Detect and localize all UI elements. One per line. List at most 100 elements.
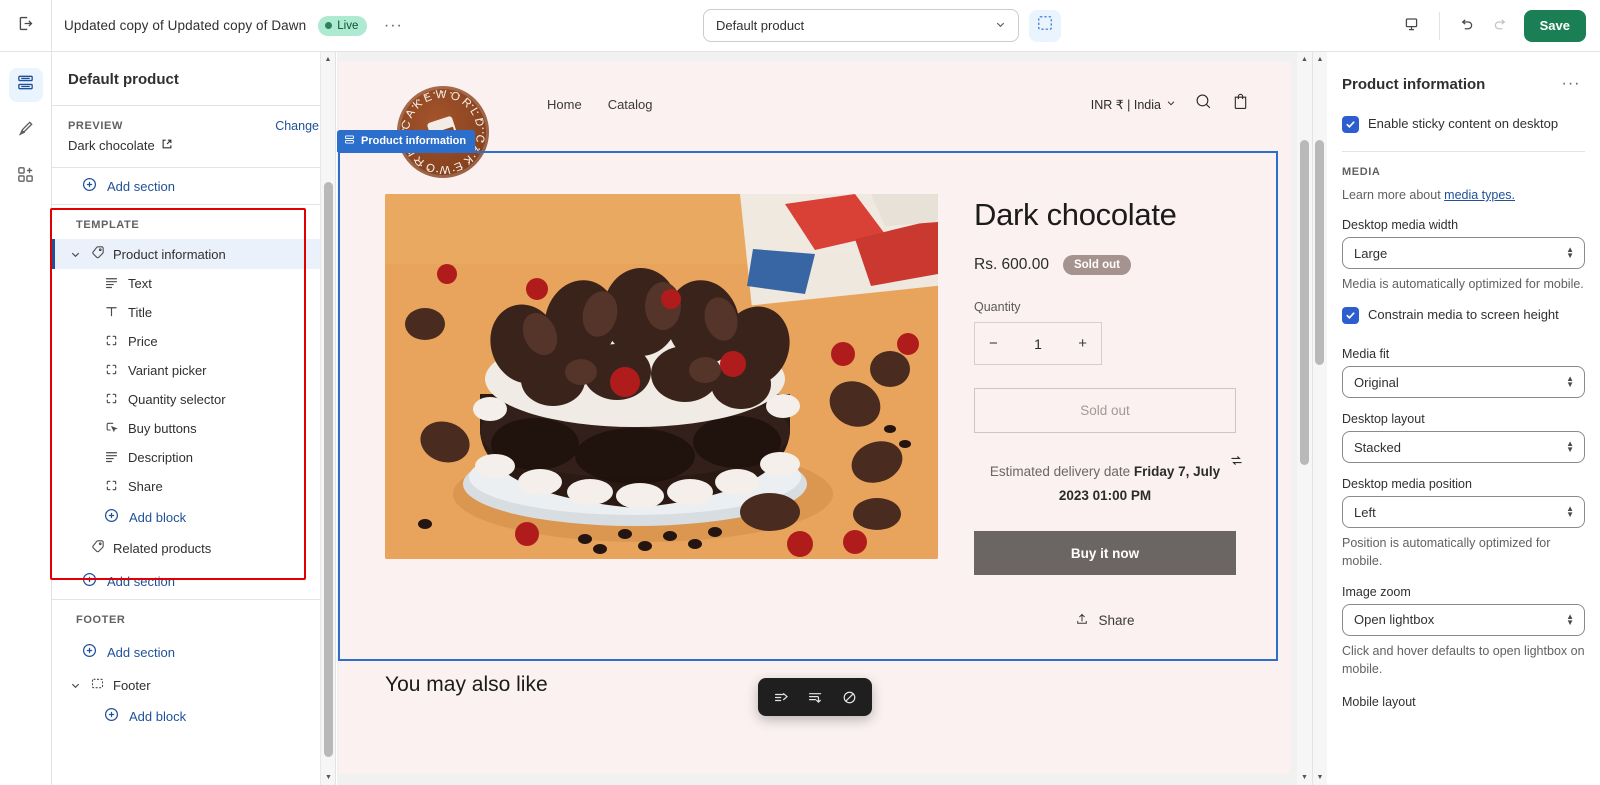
settings-title: Product information xyxy=(1342,75,1486,93)
external-link-icon xyxy=(161,138,173,153)
constrain-media-checkbox-row[interactable]: Constrain media to screen height xyxy=(1342,293,1585,333)
search-icon[interactable] xyxy=(1194,92,1213,116)
undo-button[interactable] xyxy=(1450,10,1484,42)
inspector-toggle-button[interactable] xyxy=(1029,9,1061,42)
scroll-down-arrow-icon[interactable]: ▼ xyxy=(1297,770,1312,785)
estimated-delivery: Estimated delivery date Friday 7, July 2… xyxy=(974,456,1242,507)
product-image[interactable] xyxy=(385,194,938,559)
cursor-button-icon xyxy=(104,420,119,438)
preview-scrollbar-thumb[interactable] xyxy=(1300,140,1309,465)
plus-circle-icon xyxy=(82,572,97,590)
sticky-content-checkbox-row[interactable]: Enable sticky content on desktop xyxy=(1342,108,1585,142)
media-types-link[interactable]: media types. xyxy=(1444,188,1515,202)
plus-circle-icon xyxy=(82,177,97,195)
save-button[interactable]: Save xyxy=(1523,9,1586,42)
quantity-value[interactable]: 1 xyxy=(1034,336,1042,352)
preview-label: PREVIEW xyxy=(68,120,123,132)
device-preview-button[interactable] xyxy=(1395,10,1429,42)
sidebar-block-buy-buttons[interactable]: Buy buttons xyxy=(52,414,335,443)
nav-link-home[interactable]: Home xyxy=(547,97,582,112)
share-upload-icon xyxy=(1075,612,1089,629)
scroll-up-arrow-icon[interactable]: ▲ xyxy=(321,52,335,67)
footer-group-label: FOOTER xyxy=(76,614,126,626)
storefront-preview: CAKEWORLD CAKEWORLD Home Catalog INR ₹ |… xyxy=(339,62,1290,774)
preview-scrollbar[interactable]: ▲ ▼ xyxy=(1297,52,1312,785)
desktop-media-width-select[interactable]: Large ▲ ▼ xyxy=(1342,237,1585,270)
move-section-down-icon[interactable] xyxy=(800,682,830,712)
settings-scrollbar[interactable]: ▲ ▼ xyxy=(1313,52,1327,785)
sidebar-block-price[interactable]: Price xyxy=(52,327,335,356)
currency-selector[interactable]: INR ₹ | India xyxy=(1091,97,1176,112)
chevron-down-icon[interactable] xyxy=(68,680,82,691)
selected-section-badge[interactable]: Product information xyxy=(337,130,476,152)
buy-it-now-button[interactable]: Buy it now xyxy=(974,531,1236,576)
add-section-button-footer[interactable]: Add section xyxy=(52,634,335,670)
add-section-label: Add section xyxy=(107,644,175,660)
refresh-icon xyxy=(1229,452,1244,476)
sidebar-block-variant-picker[interactable]: Variant picker xyxy=(52,356,335,385)
add-block-label: Add block xyxy=(129,509,187,525)
settings-scrollbar-thumb[interactable] xyxy=(1315,140,1324,365)
checkbox-checked-icon[interactable] xyxy=(1342,116,1359,133)
change-preview-button[interactable]: Change xyxy=(275,119,319,133)
move-section-up-icon[interactable] xyxy=(766,682,796,712)
rail-item-theme-settings[interactable] xyxy=(9,114,43,148)
add-section-button-template[interactable]: Add section xyxy=(52,563,335,599)
scroll-down-arrow-icon[interactable]: ▼ xyxy=(1313,770,1327,785)
scroll-up-arrow-icon[interactable]: ▲ xyxy=(1297,52,1312,67)
product-price-row: Rs. 600.00 Sold out xyxy=(974,255,1239,276)
sidebar-block-description[interactable]: Description xyxy=(52,443,335,472)
scroll-down-arrow-icon[interactable]: ▼ xyxy=(321,770,335,785)
sidebar-block-title[interactable]: Title xyxy=(52,298,335,327)
preview-value-row[interactable]: Dark chocolate xyxy=(68,138,319,153)
stepper-icon: ▲ ▼ xyxy=(1566,439,1574,455)
settings-more-button[interactable]: ··· xyxy=(1557,70,1585,98)
stepper-icon: ▲ ▼ xyxy=(1566,611,1574,627)
chevron-down-icon[interactable] xyxy=(68,249,82,260)
top-bar-actions: Save xyxy=(1395,0,1600,51)
sidebar-scrollbar-thumb[interactable] xyxy=(324,182,333,757)
desktop-media-position-select[interactable]: Left ▲ ▼ xyxy=(1342,496,1585,529)
checkbox-checked-icon[interactable] xyxy=(1342,307,1359,325)
page-template-select[interactable]: Default product xyxy=(703,9,1019,42)
add-block-button-footer[interactable]: Add block xyxy=(52,700,335,732)
desktop-media-position-help: Position is automatically optimized for … xyxy=(1342,536,1551,569)
plus-circle-icon xyxy=(82,643,97,661)
share-button[interactable]: Share xyxy=(974,612,1236,629)
left-rail xyxy=(0,52,52,785)
text-lines-icon xyxy=(104,449,119,467)
sidebar-section-product-information[interactable]: Product information xyxy=(52,239,335,269)
theme-more-button[interactable]: ··· xyxy=(379,12,407,40)
rail-item-sections[interactable] xyxy=(8,68,43,102)
sidebar-section-related-products[interactable]: Related products xyxy=(52,533,335,563)
template-group-label: TEMPLATE xyxy=(76,219,140,231)
exit-icon xyxy=(17,15,34,37)
cart-icon[interactable] xyxy=(1231,92,1250,116)
store-header: CAKEWORLD CAKEWORLD Home Catalog INR ₹ |… xyxy=(339,62,1290,178)
inspector-icon xyxy=(1037,15,1053,36)
quantity-increase-button[interactable]: + xyxy=(1078,335,1087,352)
sidebar-block-text[interactable]: Text xyxy=(52,269,335,298)
quantity-stepper[interactable]: − 1 + xyxy=(974,322,1102,366)
sidebar-section-footer[interactable]: Footer xyxy=(52,670,335,700)
media-fit-select[interactable]: Original ▲ ▼ xyxy=(1342,366,1585,399)
add-block-button-product-information[interactable]: Add block xyxy=(52,501,335,533)
redo-button[interactable] xyxy=(1484,10,1518,42)
sidebar-block-share[interactable]: Share xyxy=(52,472,335,501)
exit-editor-button[interactable] xyxy=(0,0,52,51)
status-badge: Live xyxy=(318,15,368,36)
quantity-decrease-button[interactable]: − xyxy=(989,335,998,352)
sidebar-scrollbar[interactable]: ▲ ▼ xyxy=(320,52,335,785)
sold-out-button: Sold out xyxy=(974,388,1236,434)
rail-item-apps[interactable] xyxy=(9,160,43,194)
desktop-layout-select[interactable]: Stacked ▲ ▼ xyxy=(1342,431,1585,464)
hide-section-icon[interactable] xyxy=(834,682,864,712)
sidebar-block-quantity-selector[interactable]: Quantity selector xyxy=(52,385,335,414)
scroll-up-arrow-icon[interactable]: ▲ xyxy=(1313,52,1327,67)
settings-header: Product information ··· xyxy=(1327,52,1600,108)
image-zoom-select[interactable]: Open lightbox ▲ ▼ xyxy=(1342,603,1585,636)
add-section-button-top[interactable]: Add section xyxy=(52,168,335,204)
nav-link-catalog[interactable]: Catalog xyxy=(608,97,653,112)
sidebar-block-label: Description xyxy=(128,450,194,465)
chevron-down-icon xyxy=(995,18,1006,33)
